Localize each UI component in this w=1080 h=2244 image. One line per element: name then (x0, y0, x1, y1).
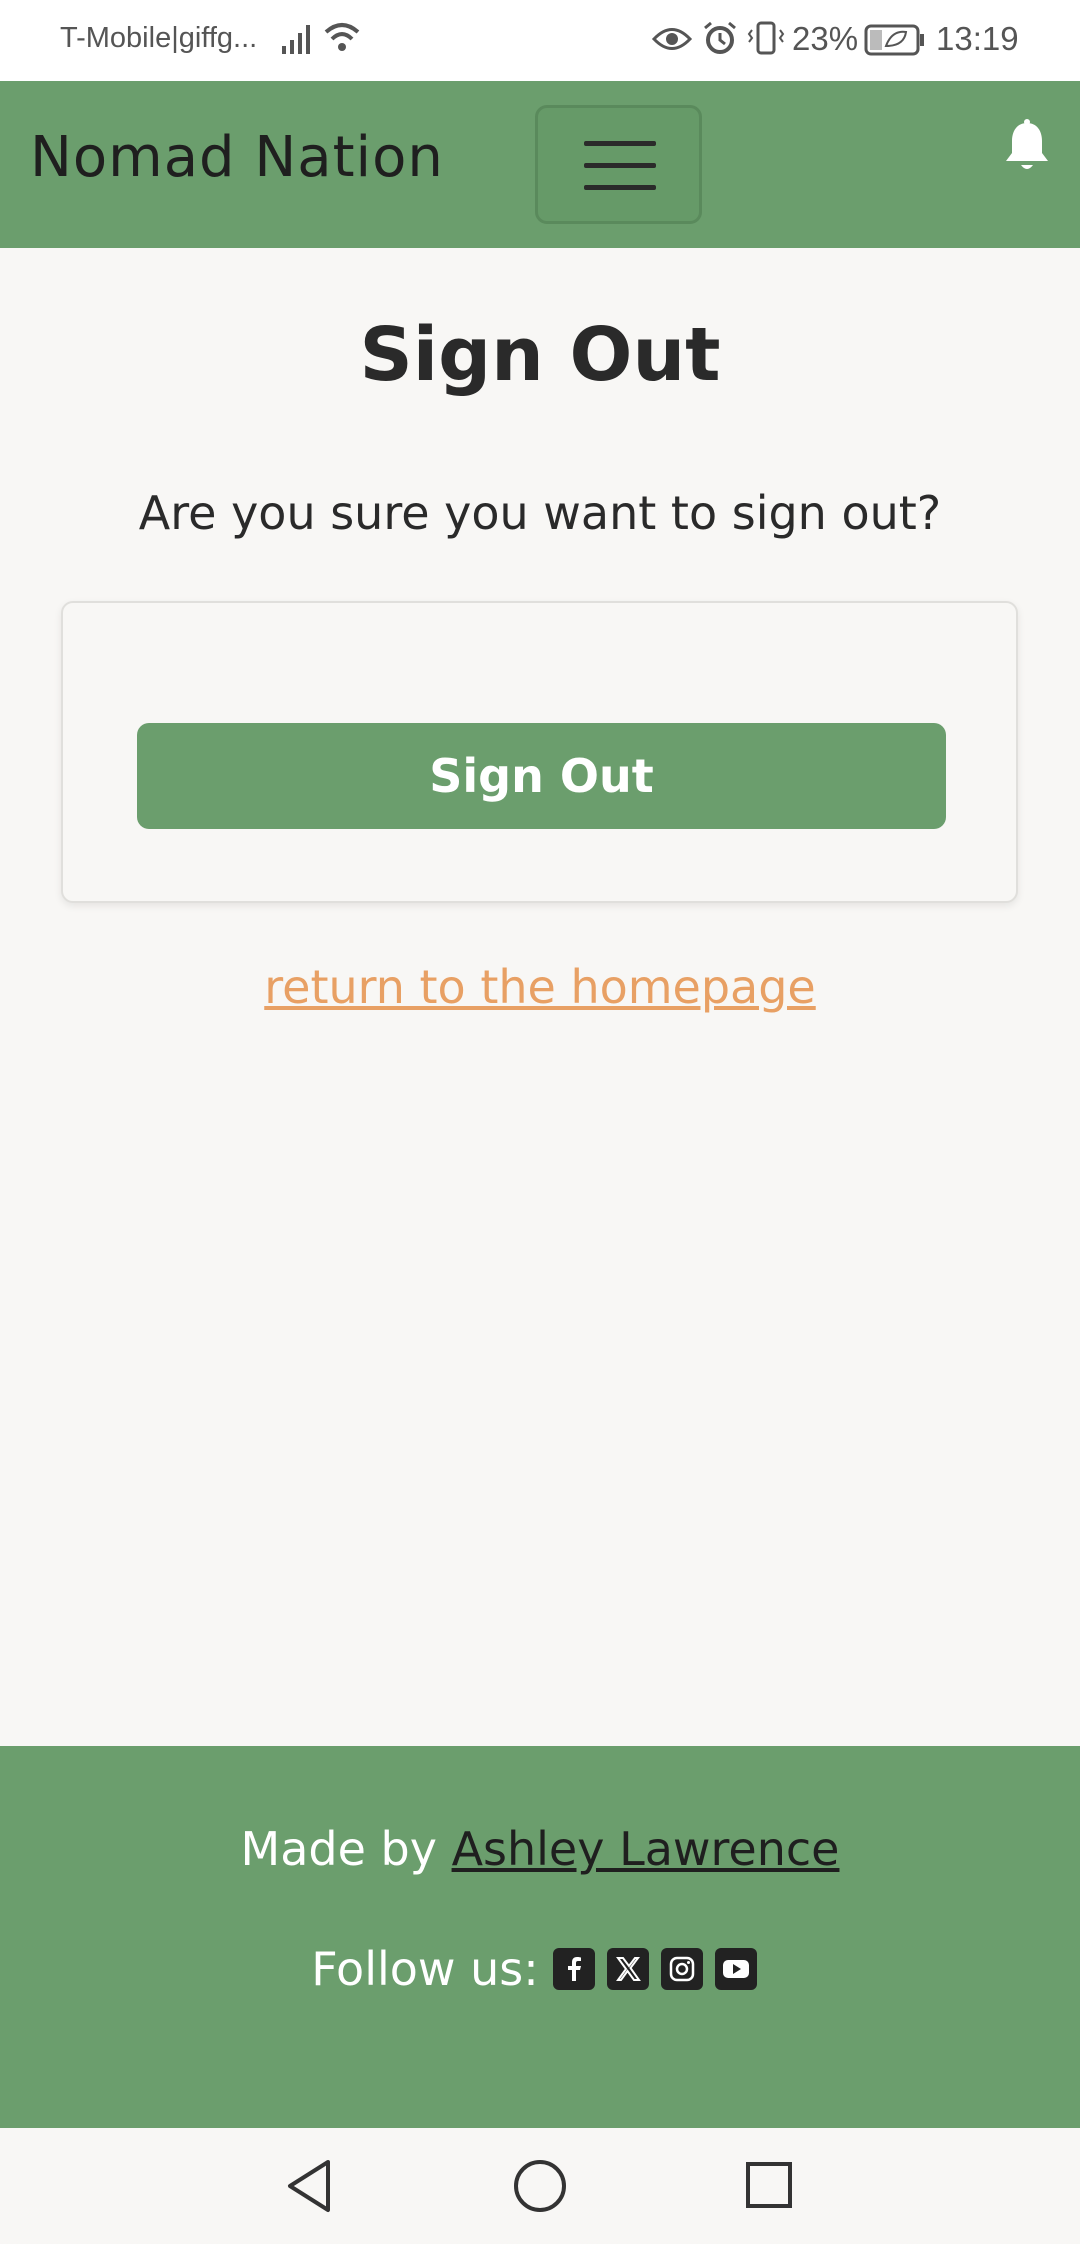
follow-us: Follow us: (0, 1942, 1080, 1996)
signout-card: Sign Out (61, 601, 1018, 903)
signal-icon (282, 25, 310, 54)
bell-icon[interactable] (1003, 119, 1051, 173)
alarm-icon (704, 21, 736, 54)
hamburger-bar (584, 185, 656, 190)
hamburger-bar (584, 163, 656, 168)
back-icon[interactable] (284, 2158, 336, 2214)
wifi-icon (324, 23, 360, 51)
clock: 13:19 (936, 20, 1019, 57)
confirm-text: Are you sure you want to sign out? (138, 486, 942, 540)
carrier-name: T-Mobile|giffg... (60, 22, 258, 54)
navbar: Nomad Nation (0, 81, 1080, 248)
made-by-prefix: Made by (240, 1822, 452, 1876)
brand-logo[interactable]: Nomad Nation (30, 125, 444, 190)
return-homepage-link[interactable]: return to the homepage (0, 960, 1080, 1014)
author-link[interactable]: Ashley Lawrence (452, 1822, 840, 1876)
sign-out-button[interactable]: Sign Out (137, 723, 946, 829)
hamburger-menu-icon (584, 141, 656, 146)
screen: T-Mobile|giffg... 23% 13:19 Nomad Nation… (0, 0, 1080, 2244)
instagram-icon[interactable] (660, 1948, 703, 1990)
hamburger-menu-button[interactable] (535, 105, 702, 224)
follow-label: Follow us: (311, 1942, 539, 1996)
facebook-icon[interactable] (552, 1948, 595, 1990)
home-icon[interactable] (512, 2158, 568, 2214)
battery-icon (864, 24, 924, 56)
recent-apps-icon[interactable] (744, 2160, 794, 2210)
youtube-icon[interactable] (714, 1948, 757, 1990)
status-bar: T-Mobile|giffg... 23% 13:19 (0, 0, 1080, 81)
android-nav-bar (0, 2128, 1080, 2244)
vibrate-icon (747, 21, 785, 55)
x-twitter-icon[interactable] (606, 1948, 649, 1990)
battery-percent: 23% (792, 20, 859, 57)
eye-icon (652, 28, 692, 50)
made-by-text: Made by Ashley Lawrence (0, 1822, 1080, 1876)
footer: Made by Ashley Lawrence Follow us: (0, 1746, 1080, 2128)
page-title: Sign Out (359, 312, 721, 398)
